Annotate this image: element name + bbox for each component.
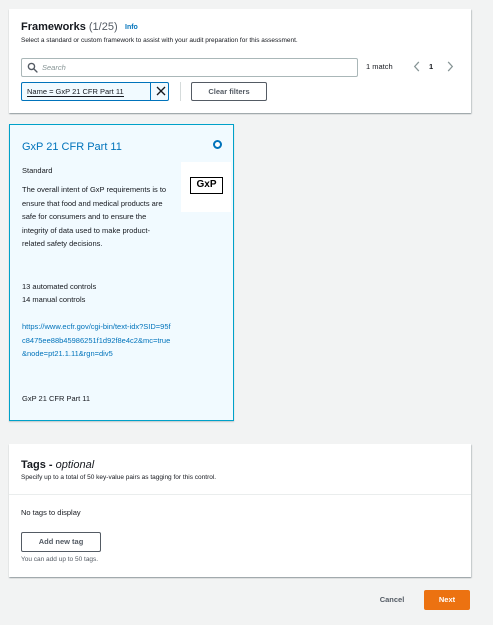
tags-description: Specify up to a total of 50 key-value pa… [21,474,217,481]
tags-optional-label: optional [55,459,95,471]
framework-card[interactable]: GxP 21 CFR Part 11 Standard GxP The over… [9,124,234,421]
tags-hint: You can add up to 50 tags. [21,556,99,563]
filter-token-label: Name = GxP 21 CFR Part 11 [27,87,124,97]
tags-heading: Tags - optional [21,459,94,471]
next-button[interactable]: Next [424,590,470,610]
filter-separator [180,82,181,101]
add-new-tag-button[interactable]: Add new tag [21,532,101,552]
manual-controls-count: 14 manual controls [22,295,86,304]
info-link[interactable]: Info [125,24,138,31]
frameworks-title: Frameworks [21,21,86,33]
frameworks-panel: Frameworks (1/25) Info Select a standard… [9,9,471,113]
no-tags-text: No tags to display [21,508,81,517]
radio-selected-icon[interactable] [213,140,222,149]
framework-card-title: GxP 21 CFR Part 11 [22,141,122,153]
frameworks-description: Select a standard or custom framework to… [21,37,298,44]
chevron-right-icon[interactable] [446,61,454,72]
tags-divider [9,494,471,495]
filter-token[interactable]: Name = GxP 21 CFR Part 11 [21,82,169,101]
close-icon[interactable] [156,86,166,96]
search-input[interactable] [42,61,342,74]
automated-controls-count: 13 automated controls [22,282,97,291]
gxp-logo-icon: GxP [190,177,223,194]
framework-type: Standard [22,166,53,175]
framework-description: The overall intent of GxP requirements i… [22,185,167,248]
token-divider [150,83,151,100]
search-box[interactable] [21,58,358,77]
framework-source-link[interactable]: https://www.ecfr.gov/cgi-bin/text-idx?SI… [22,320,174,361]
tags-panel: Tags - optional Specify up to a total of… [9,444,471,577]
framework-logo: GxP [181,162,231,212]
framework-card-footer: GxP 21 CFR Part 11 [22,394,91,403]
match-count: 1 match [366,62,393,71]
cancel-button[interactable]: Cancel [369,590,415,610]
chevron-left-icon[interactable] [413,61,421,72]
search-icon [27,62,38,73]
frameworks-heading: Frameworks (1/25) [21,21,118,33]
tags-title: Tags - [21,459,53,471]
page-number[interactable]: 1 [429,62,433,71]
clear-filters-button[interactable]: Clear filters [191,82,267,101]
frameworks-count: (1/25) [88,21,118,33]
